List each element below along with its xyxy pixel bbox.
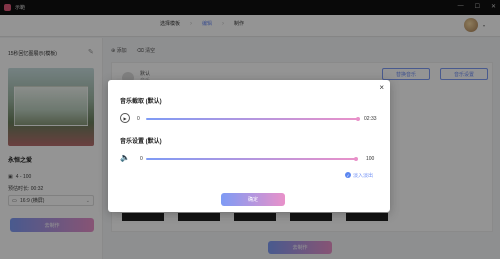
trim-slider-handle[interactable] [356, 117, 360, 121]
fade-checkbox[interactable]: ✓ [345, 172, 351, 178]
volume-slider-handle[interactable] [354, 157, 358, 161]
close-icon[interactable]: × [379, 83, 384, 92]
confirm-button[interactable]: 确定 [221, 193, 285, 206]
trim-end: 02:33 [364, 116, 377, 122]
volume-icon[interactable]: 🔈 [120, 153, 130, 162]
trim-start: 0 [137, 116, 140, 122]
volume-min: 0 [140, 156, 143, 162]
play-icon[interactable]: ▶ [120, 113, 130, 123]
volume-slider-track[interactable] [146, 158, 356, 160]
music-settings-title: 音乐设置 (默认) [120, 139, 162, 145]
music-dialog: × 音乐截取 (默认) ▶ 0 02:33 音乐设置 (默认) 🔈 0 100 … [108, 80, 390, 212]
music-trim-title: 音乐截取 (默认) [120, 99, 162, 105]
fade-label[interactable]: 淡入淡出 [353, 172, 373, 179]
volume-max: 100 [366, 156, 375, 162]
trim-slider-track[interactable] [146, 118, 358, 120]
